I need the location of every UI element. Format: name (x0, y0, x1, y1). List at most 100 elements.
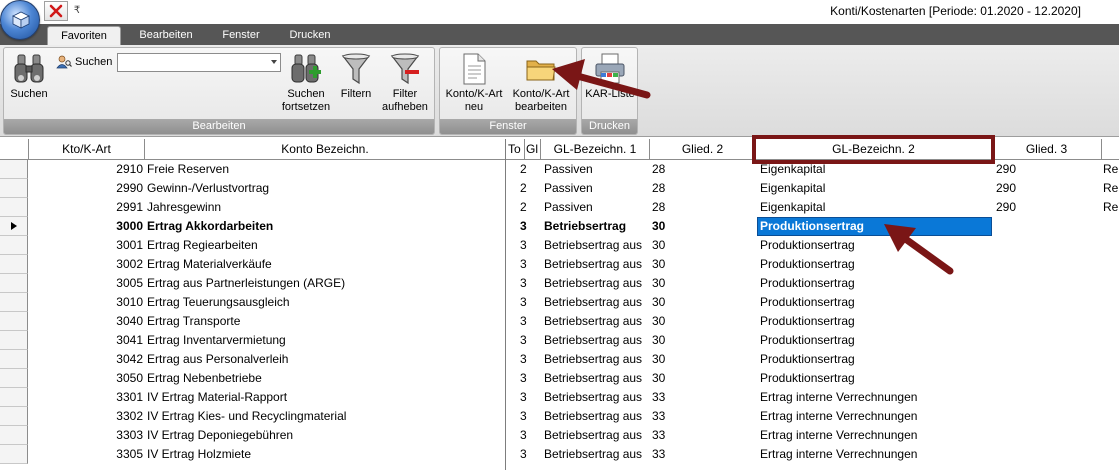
cell-gl-bezeichnung-3[interactable] (1103, 407, 1119, 426)
filtern-button[interactable]: Filtern (337, 52, 375, 101)
cell-glied-2[interactable]: 30 (652, 274, 752, 293)
cell-gl-bezeichnung-2[interactable]: Produktionsertrag (760, 331, 992, 350)
cell-glied-2[interactable]: 30 (652, 255, 752, 274)
cell-gl-bezeichnung-3[interactable] (1103, 236, 1119, 255)
cell-kto[interactable]: 2991 (29, 198, 143, 217)
cell-gl-bezeichnung-2[interactable]: Ertrag interne Verrechnungen (760, 445, 992, 464)
cell-gl-bezeichnung-3[interactable] (1103, 274, 1119, 293)
cell-kto[interactable]: 3000 (29, 217, 143, 236)
tab-fenster[interactable]: Fenster (210, 26, 272, 45)
table-row[interactable]: 3040 Ertrag Transporte 3 Betriebsertrag aus… (0, 312, 1119, 331)
row-selector[interactable] (0, 426, 28, 445)
header-gl[interactable]: Gl (525, 139, 541, 160)
cell-kto[interactable]: 3301 (29, 388, 143, 407)
cell-gl-bezeichnung-3[interactable] (1103, 331, 1119, 350)
table-row[interactable]: 3000 Ertrag Akkordarbeiten 3 Betriebsertrag… (0, 217, 1119, 236)
cell-gl-bezeichnung-1[interactable]: Passiven (544, 160, 651, 179)
konto-neu-button[interactable]: Konto/K-Art neu (442, 52, 506, 114)
cell-glied-2[interactable]: 30 (652, 331, 752, 350)
cell-bezeichnung[interactable]: Ertrag Regiearbeiten (147, 236, 503, 255)
cell-gl-bezeichnung-3[interactable]: Re (1103, 179, 1119, 198)
table-row[interactable]: 3041 Ertrag Inventarvermietung 3 Betriebser… (0, 331, 1119, 350)
table-row[interactable]: 3042 Ertrag aus Personalverleih 3 Betriebse… (0, 350, 1119, 369)
row-selector[interactable] (0, 350, 28, 369)
cell-kto[interactable]: 3040 (29, 312, 143, 331)
cell-gl-bezeichnung-3[interactable] (1103, 350, 1119, 369)
cell-gl-bezeichnung-3[interactable] (1103, 217, 1119, 236)
filter-aufheben-button[interactable]: Filter aufheben (377, 52, 433, 114)
cell-kto[interactable]: 3010 (29, 293, 143, 312)
cell-gl-bezeichnung-1[interactable]: Betriebsertrag aus (544, 236, 651, 255)
close-document-button[interactable] (44, 1, 68, 21)
tab-favoriten[interactable]: Favoriten (47, 26, 121, 45)
cell-gl-bezeichnung-2[interactable]: Produktionsertrag (760, 312, 992, 331)
cell-gl-bezeichnung-2[interactable]: Ertrag interne Verrechnungen (760, 388, 992, 407)
cell-glied-2[interactable]: 28 (652, 160, 752, 179)
cell-to[interactable]: 2 (520, 198, 540, 217)
cell-bezeichnung[interactable]: Freie Reserven (147, 160, 503, 179)
cell-glied-2[interactable]: 30 (652, 236, 752, 255)
chevron-down-icon[interactable] (271, 60, 277, 64)
cell-gl-bezeichnung-2[interactable]: Eigenkapital (760, 179, 992, 198)
cell-glied-2[interactable]: 30 (652, 369, 752, 388)
cell-glied-3[interactable]: 290 (996, 160, 1096, 179)
suchen-fortsetzen-button[interactable]: Suchen fortsetzen (278, 52, 334, 114)
table-row[interactable]: 3301 IV Ertrag Material-Rapport 3 Betriebse… (0, 388, 1119, 407)
cell-glied-2[interactable]: 30 (652, 350, 752, 369)
table-row[interactable]: 3010 Ertrag Teuerungsausgleich 3 Betriebser… (0, 293, 1119, 312)
cell-to[interactable]: 3 (520, 445, 540, 464)
cell-glied-3[interactable] (996, 217, 1096, 236)
table-row[interactable]: 3005 Ertrag aus Partnerleistungen (ARGE) 3… (0, 274, 1119, 293)
row-selector[interactable] (0, 179, 28, 198)
cell-to[interactable]: 3 (520, 350, 540, 369)
cell-gl-bezeichnung-1[interactable]: Betriebsertrag aus (544, 350, 651, 369)
cell-to[interactable]: 3 (520, 407, 540, 426)
table-row[interactable]: 3303 IV Ertrag Deponiegebühren 3 Betriebser… (0, 426, 1119, 445)
cell-glied-2[interactable]: 30 (652, 217, 752, 236)
cell-gl-bezeichnung-3[interactable] (1103, 255, 1119, 274)
header-glied-3[interactable]: Glied. 3 (992, 139, 1102, 160)
cell-glied-3[interactable]: 290 (996, 179, 1096, 198)
cell-glied-2[interactable]: 30 (652, 293, 752, 312)
cell-bezeichnung[interactable]: Ertrag Materialverkäufe (147, 255, 503, 274)
cell-glied-3[interactable] (996, 445, 1096, 464)
cell-bezeichnung[interactable]: Ertrag Transporte (147, 312, 503, 331)
cell-glied-2[interactable]: 30 (652, 312, 752, 331)
cell-gl-bezeichnung-3[interactable] (1103, 388, 1119, 407)
cell-kto[interactable]: 3302 (29, 407, 143, 426)
cell-gl-bezeichnung-1[interactable]: Betriebsertrag aus (544, 255, 651, 274)
cell-kto[interactable]: 3001 (29, 236, 143, 255)
cell-bezeichnung[interactable]: Jahresgewinn (147, 198, 503, 217)
cell-to[interactable]: 3 (520, 293, 540, 312)
kar-liste-button[interactable]: KAR-Liste (584, 52, 636, 101)
cell-glied-3[interactable] (996, 255, 1096, 274)
cell-to[interactable]: 2 (520, 160, 540, 179)
table-row[interactable]: 2990 Gewinn-/Verlustvortrag 2 Passiven 28 Eig… (0, 179, 1119, 198)
cell-to[interactable]: 3 (520, 331, 540, 350)
cell-gl-bezeichnung-2[interactable]: Produktionsertrag (760, 236, 992, 255)
row-selector[interactable] (0, 312, 28, 331)
cell-gl-bezeichnung-3[interactable] (1103, 293, 1119, 312)
cell-gl-bezeichnung-2[interactable]: Ertrag interne Verrechnungen (760, 407, 992, 426)
row-selector[interactable] (0, 293, 28, 312)
row-selector[interactable] (0, 236, 28, 255)
cell-glied-3[interactable] (996, 236, 1096, 255)
cell-to[interactable]: 3 (520, 255, 540, 274)
cell-gl-bezeichnung-3[interactable] (1103, 369, 1119, 388)
header-glied-2[interactable]: Glied. 2 (650, 139, 756, 160)
cell-bezeichnung[interactable]: IV Ertrag Material-Rapport (147, 388, 503, 407)
cell-gl-bezeichnung-1[interactable]: Betriebsertrag aus (544, 369, 651, 388)
cell-bezeichnung[interactable]: IV Ertrag Deponiegebühren (147, 426, 503, 445)
cell-gl-bezeichnung-1[interactable]: Betriebsertrag aus (544, 293, 651, 312)
tab-drucken[interactable]: Drucken (278, 26, 342, 45)
cell-glied-2[interactable]: 33 (652, 388, 752, 407)
cell-gl-bezeichnung-1[interactable]: Betriebsertrag aus (544, 312, 651, 331)
cell-bezeichnung[interactable]: Ertrag aus Personalverleih (147, 350, 503, 369)
cell-to[interactable]: 3 (520, 388, 540, 407)
cell-gl-bezeichnung-3[interactable]: Re (1103, 198, 1119, 217)
cell-glied-3[interactable] (996, 407, 1096, 426)
cell-gl-bezeichnung-1[interactable]: Passiven (544, 179, 651, 198)
row-selector[interactable] (0, 388, 28, 407)
table-row[interactable]: 3001 Ertrag Regiearbeiten 3 Betriebsertrag … (0, 236, 1119, 255)
table-row[interactable]: 3305 IV Ertrag Holzmiete 3 Betriebsertrag a… (0, 445, 1119, 464)
